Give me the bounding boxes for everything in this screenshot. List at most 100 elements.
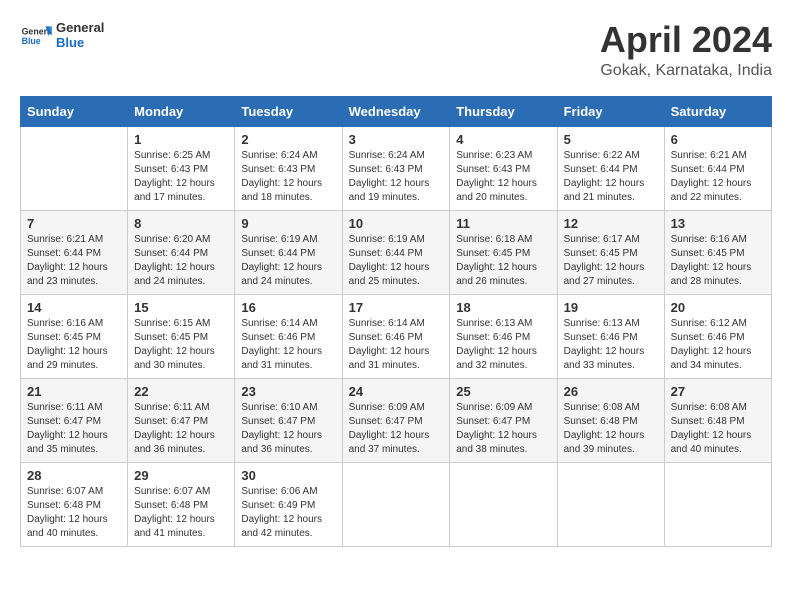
calendar-cell: 29 Sunrise: 6:07 AM Sunset: 6:48 PM Dayli…	[128, 462, 235, 546]
day-number: 1	[134, 132, 228, 147]
day-info: Sunrise: 6:14 AM Sunset: 6:46 PM Dayligh…	[349, 317, 444, 373]
calendar-cell: 11 Sunrise: 6:18 AM Sunset: 6:45 PM Dayli…	[450, 210, 557, 294]
day-info: Sunrise: 6:08 AM Sunset: 6:48 PM Dayligh…	[564, 401, 658, 457]
calendar-cell: 24Sunrise: 6:09 AM Sunset: 6:47 PM Dayli…	[342, 378, 450, 462]
calendar-cell: 30Sunrise: 6:06 AM Sunset: 6:49 PM Dayli…	[235, 462, 342, 546]
day-info: Sunrise: 6:22 AM Sunset: 6:44 PM Dayligh…	[564, 149, 658, 205]
calendar-cell: 12 Sunrise: 6:17 AM Sunset: 6:45 PM Dayli…	[557, 210, 664, 294]
day-info: Sunrise: 6:10 AM Sunset: 6:47 PM Dayligh…	[241, 401, 335, 457]
day-info: Sunrise: 6:14 AM Sunset: 6:46 PM Dayligh…	[241, 317, 335, 373]
calendar-week-4: 21 Sunrise: 6:11 AM Sunset: 6:47 PM Dayli…	[21, 378, 772, 462]
day-number: 17	[349, 300, 444, 315]
day-info: Sunrise: 6:19 AM Sunset: 6:44 PM Dayligh…	[241, 233, 335, 289]
calendar-cell: 4Sunrise: 6:23 AM Sunset: 6:43 PM Daylig…	[450, 126, 557, 210]
calendar-cell: 15 Sunrise: 6:15 AM Sunset: 6:45 PM Dayli…	[128, 294, 235, 378]
day-info: Sunrise: 6:12 AM Sunset: 6:46 PM Dayligh…	[671, 317, 765, 373]
location: Gokak, Karnataka, India	[600, 62, 772, 80]
calendar-cell: 19 Sunrise: 6:13 AM Sunset: 6:46 PM Dayli…	[557, 294, 664, 378]
calendar-cell: 8Sunrise: 6:20 AM Sunset: 6:44 PM Daylig…	[128, 210, 235, 294]
calendar-cell: 21 Sunrise: 6:11 AM Sunset: 6:47 PM Dayli…	[21, 378, 128, 462]
day-number: 19	[564, 300, 658, 315]
logo-blue: Blue	[56, 36, 104, 51]
calendar-cell: 13Sunrise: 6:16 AM Sunset: 6:45 PM Dayli…	[664, 210, 771, 294]
header-thursday: Thursday	[450, 96, 557, 126]
header-tuesday: Tuesday	[235, 96, 342, 126]
calendar-cell: 2Sunrise: 6:24 AM Sunset: 6:43 PM Daylig…	[235, 126, 342, 210]
day-number: 6	[671, 132, 765, 147]
day-info: Sunrise: 6:09 AM Sunset: 6:47 PM Dayligh…	[349, 401, 444, 457]
day-number: 11	[456, 216, 550, 231]
day-number: 29	[134, 468, 228, 483]
day-number: 12	[564, 216, 658, 231]
day-info: Sunrise: 6:11 AM Sunset: 6:47 PM Dayligh…	[134, 401, 228, 457]
calendar-week-1: 1 Sunrise: 6:25 AM Sunset: 6:43 PM Daylig…	[21, 126, 772, 210]
calendar-cell	[21, 126, 128, 210]
calendar-cell: 27Sunrise: 6:08 AM Sunset: 6:48 PM Dayli…	[664, 378, 771, 462]
day-info: Sunrise: 6:17 AM Sunset: 6:45 PM Dayligh…	[564, 233, 658, 289]
day-number: 2	[241, 132, 335, 147]
calendar-cell: 28 Sunrise: 6:07 AM Sunset: 6:48 PM Dayli…	[21, 462, 128, 546]
calendar-cell: 3Sunrise: 6:24 AM Sunset: 6:43 PM Daylig…	[342, 126, 450, 210]
calendar-cell	[557, 462, 664, 546]
day-number: 13	[671, 216, 765, 231]
day-info: Sunrise: 6:21 AM Sunset: 6:44 PM Dayligh…	[27, 233, 121, 289]
day-info: Sunrise: 6:09 AM Sunset: 6:47 PM Dayligh…	[456, 401, 550, 457]
day-info: Sunrise: 6:25 AM Sunset: 6:43 PM Dayligh…	[134, 149, 228, 205]
day-info: Sunrise: 6:20 AM Sunset: 6:44 PM Dayligh…	[134, 233, 228, 289]
day-info: Sunrise: 6:21 AM Sunset: 6:44 PM Dayligh…	[671, 149, 765, 205]
day-number: 21	[27, 384, 121, 399]
day-info: Sunrise: 6:16 AM Sunset: 6:45 PM Dayligh…	[27, 317, 121, 373]
calendar-cell: 1 Sunrise: 6:25 AM Sunset: 6:43 PM Daylig…	[128, 126, 235, 210]
calendar-cell: 22 Sunrise: 6:11 AM Sunset: 6:47 PM Dayli…	[128, 378, 235, 462]
svg-text:Blue: Blue	[22, 36, 41, 46]
day-number: 4	[456, 132, 550, 147]
calendar-cell: 6 Sunrise: 6:21 AM Sunset: 6:44 PM Daylig…	[664, 126, 771, 210]
calendar-cell: 10 Sunrise: 6:19 AM Sunset: 6:44 PM Dayli…	[342, 210, 450, 294]
day-number: 7	[27, 216, 121, 231]
calendar-cell: 14 Sunrise: 6:16 AM Sunset: 6:45 PM Dayli…	[21, 294, 128, 378]
month-year: April 2024	[600, 20, 772, 60]
calendar-cell: 7 Sunrise: 6:21 AM Sunset: 6:44 PM Daylig…	[21, 210, 128, 294]
logo: General Blue General Blue	[20, 20, 104, 52]
day-info: Sunrise: 6:13 AM Sunset: 6:46 PM Dayligh…	[564, 317, 658, 373]
day-number: 28	[27, 468, 121, 483]
day-info: Sunrise: 6:15 AM Sunset: 6:45 PM Dayligh…	[134, 317, 228, 373]
day-number: 14	[27, 300, 121, 315]
calendar-cell: 9Sunrise: 6:19 AM Sunset: 6:44 PM Daylig…	[235, 210, 342, 294]
calendar-cell: 5 Sunrise: 6:22 AM Sunset: 6:44 PM Daylig…	[557, 126, 664, 210]
page-header: General Blue General Blue April 2024 Gok…	[20, 20, 772, 80]
calendar-cell: 18 Sunrise: 6:13 AM Sunset: 6:46 PM Dayli…	[450, 294, 557, 378]
day-number: 22	[134, 384, 228, 399]
day-info: Sunrise: 6:07 AM Sunset: 6:48 PM Dayligh…	[134, 485, 228, 541]
calendar-week-2: 7 Sunrise: 6:21 AM Sunset: 6:44 PM Daylig…	[21, 210, 772, 294]
header-monday: Monday	[128, 96, 235, 126]
day-number: 27	[671, 384, 765, 399]
day-number: 5	[564, 132, 658, 147]
header-sunday: Sunday	[21, 96, 128, 126]
day-info: Sunrise: 6:13 AM Sunset: 6:46 PM Dayligh…	[456, 317, 550, 373]
calendar-cell: 26Sunrise: 6:08 AM Sunset: 6:48 PM Dayli…	[557, 378, 664, 462]
header-saturday: Saturday	[664, 96, 771, 126]
calendar-week-5: 28 Sunrise: 6:07 AM Sunset: 6:48 PM Dayli…	[21, 462, 772, 546]
calendar-cell: 16 Sunrise: 6:14 AM Sunset: 6:46 PM Dayli…	[235, 294, 342, 378]
logo-general: General	[56, 21, 104, 36]
calendar-cell	[342, 462, 450, 546]
day-number: 10	[349, 216, 444, 231]
logo-icon: General Blue	[20, 20, 52, 52]
day-info: Sunrise: 6:18 AM Sunset: 6:45 PM Dayligh…	[456, 233, 550, 289]
day-number: 15	[134, 300, 228, 315]
day-info: Sunrise: 6:07 AM Sunset: 6:48 PM Dayligh…	[27, 485, 121, 541]
calendar-cell: 17 Sunrise: 6:14 AM Sunset: 6:46 PM Dayli…	[342, 294, 450, 378]
day-number: 18	[456, 300, 550, 315]
title-block: April 2024 Gokak, Karnataka, India	[600, 20, 772, 80]
calendar-cell	[664, 462, 771, 546]
calendar-table: SundayMondayTuesdayWednesdayThursdayFrid…	[20, 96, 772, 547]
calendar-cell: 20 Sunrise: 6:12 AM Sunset: 6:46 PM Dayli…	[664, 294, 771, 378]
day-number: 16	[241, 300, 335, 315]
header-friday: Friday	[557, 96, 664, 126]
day-info: Sunrise: 6:06 AM Sunset: 6:49 PM Dayligh…	[241, 485, 335, 541]
day-number: 20	[671, 300, 765, 315]
day-info: Sunrise: 6:11 AM Sunset: 6:47 PM Dayligh…	[27, 401, 121, 457]
day-info: Sunrise: 6:19 AM Sunset: 6:44 PM Dayligh…	[349, 233, 444, 289]
day-number: 25	[456, 384, 550, 399]
